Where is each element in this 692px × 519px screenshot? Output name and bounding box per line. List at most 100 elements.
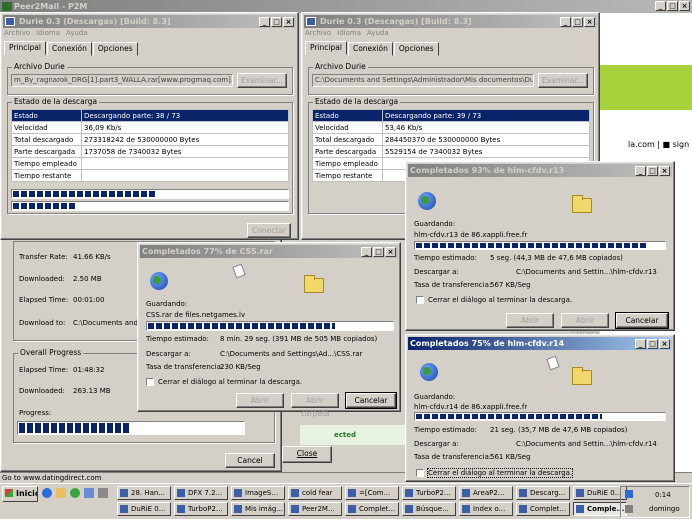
taskbar-button[interactable]: TurboP2... — [402, 486, 456, 500]
maximize-button[interactable]: □ — [647, 166, 658, 176]
maximize-button[interactable]: □ — [271, 17, 282, 27]
taskbar-button[interactable]: DFX 7.2... — [174, 486, 228, 500]
tab-conexion[interactable]: Conexión — [46, 42, 92, 56]
browse-button[interactable]: Examinar... — [538, 73, 588, 88]
tab-principal[interactable]: Principal — [4, 41, 46, 55]
taskbar-button[interactable]: DuRiE 0... — [117, 502, 171, 516]
app-icon[interactable] — [98, 488, 108, 498]
menu-idioma[interactable]: Idioma — [337, 29, 361, 40]
cancel-button[interactable]: Cancel — [225, 453, 275, 468]
taskbar-button[interactable]: Mis imág... — [231, 502, 285, 516]
clock-time[interactable]: 0:14 — [655, 491, 671, 499]
menu-ayuda[interactable]: Ayuda — [66, 29, 88, 40]
table-row[interactable]: Estado Descargando parte: 38 / 73 — [11, 109, 289, 122]
minimize-button[interactable]: _ — [259, 17, 270, 27]
taskbar-button[interactable]: 28. Han... — [117, 486, 171, 500]
tab-opciones[interactable]: Opciones — [393, 42, 439, 56]
dialog-titlebar[interactable]: Completados 75% de hlm-cfdv.r14 _ □ × — [408, 337, 672, 350]
email-icon[interactable] — [56, 488, 66, 498]
taskbar-button[interactable]: Búsque... — [402, 502, 456, 516]
desktop-icon[interactable] — [84, 488, 94, 498]
taskbar-button[interactable]: TurboP2... — [174, 502, 228, 516]
dialog-titlebar[interactable]: Completados 93% de hlm-cfdv.r13 _ □ × — [408, 164, 672, 177]
maximize-button[interactable]: □ — [373, 247, 384, 257]
close-panel-button[interactable]: Close — [282, 446, 332, 463]
menu-archivo[interactable]: Archivo — [305, 29, 331, 40]
minimize-button[interactable]: _ — [361, 247, 372, 257]
durie1-titlebar[interactable]: Durie 0.3 (Descargas) [Build: 8.3] _ □ × — [3, 15, 296, 28]
menu-archivo[interactable]: Archivo — [4, 29, 30, 40]
taskbar-button[interactable]: Complet... — [516, 502, 570, 516]
download-to-value: C:\Documents and Settin...\hlm-cfdv.r13 — [516, 268, 657, 276]
cancel-button[interactable]: Cancelar — [345, 392, 397, 409]
table-row[interactable]: Total descargado 284450370 de 530000000 B… — [312, 133, 590, 146]
download-to-label: Descargar a: — [146, 350, 191, 358]
table-row[interactable]: Tiempo restante — [11, 169, 289, 182]
close-button[interactable]: × — [584, 17, 595, 27]
table-row[interactable]: Tiempo empleado — [11, 157, 289, 170]
taskbar-button[interactable]: Complet... — [345, 502, 399, 516]
ie-icon[interactable] — [42, 488, 52, 498]
taskbar-button[interactable]: Comple... — [573, 502, 627, 516]
minimize-button[interactable]: _ — [635, 166, 646, 176]
menu-bar: Archivo Idioma Ayuda — [4, 29, 88, 40]
taskbar-button[interactable]: DuRiE 0... — [573, 486, 627, 500]
cancel-button[interactable]: Cancelar — [615, 312, 669, 329]
table-row[interactable]: Velocidad 36,09 Kb/s — [11, 121, 289, 134]
maximize-button[interactable]: □ — [647, 339, 658, 349]
close-on-finish-checkbox[interactable] — [416, 296, 424, 304]
dialog-titlebar[interactable]: Completados 77% de CSS.rar _ □ × — [140, 245, 398, 258]
file-path-field[interactable]: m_By_ragnarok_DRG[1].part3_WALLA.rar[www… — [11, 74, 233, 87]
table-row[interactable]: Parte descargada 1737058 de 7340032 Bytes — [11, 145, 289, 158]
taskbar-button[interactable]: cold fear — [288, 486, 342, 500]
table-row[interactable]: Velocidad 53,46 Kb/s — [312, 121, 590, 134]
table-row[interactable]: Estado Descargando parte: 39 / 73 — [312, 109, 590, 122]
browse-button[interactable]: Examinar... — [237, 73, 287, 88]
saving-value: hlm-cfdv.r13 de 86.xappli.free.fr — [414, 231, 528, 239]
app-icon — [234, 489, 242, 497]
minimize-button[interactable]: _ — [655, 1, 666, 11]
download-to-label: Descargar a: — [414, 268, 459, 276]
close-button[interactable]: × — [659, 166, 670, 176]
maximize-button[interactable]: □ — [572, 17, 583, 27]
durie2-titlebar[interactable]: Durie 0.3 (Descargas) [Build: 8.3] _ □ × — [304, 15, 597, 28]
transfer-rate-value: 567 KB/Seg — [490, 281, 531, 289]
media-player-icon[interactable] — [70, 488, 80, 498]
open-button[interactable]: Abrir — [506, 313, 554, 328]
taskbar-button[interactable]: Index o... — [459, 502, 513, 516]
tab-opciones[interactable]: Opciones — [92, 42, 138, 56]
close-button[interactable]: × — [659, 339, 670, 349]
open-button[interactable]: Abrir — [236, 393, 284, 408]
start-button[interactable]: Inicio — [2, 486, 38, 502]
open-folder-button[interactable]: Abrir carpeta — [291, 393, 339, 418]
taskbar-button[interactable]: ImageS... — [231, 486, 285, 500]
taskbar-button[interactable]: Peer2M... — [288, 502, 342, 516]
overall-progress-bar — [17, 421, 245, 435]
taskbar-button[interactable]: Descarg... — [516, 486, 570, 500]
minimize-button[interactable]: _ — [560, 17, 571, 27]
table-row[interactable]: Parte descargada 5529154 de 7340032 Bytes — [312, 145, 590, 158]
close-button[interactable]: × — [385, 247, 396, 257]
maximize-button[interactable]: □ — [667, 1, 678, 11]
close-on-finish-checkbox[interactable] — [146, 378, 154, 386]
table-row[interactable]: Total descargado 273318242 de 530000000 B… — [11, 133, 289, 146]
close-button[interactable]: × — [679, 1, 690, 11]
menu-ayuda[interactable]: Ayuda — [367, 29, 389, 40]
network-icon[interactable] — [625, 490, 633, 498]
close-button[interactable]: × — [283, 17, 294, 27]
taskbar-button[interactable]: =[Com... — [345, 486, 399, 500]
minimize-button[interactable]: _ — [635, 339, 646, 349]
taskbar-button[interactable]: AreaP2... — [459, 486, 513, 500]
file-path-field[interactable]: C:\Documents and Settings\Administrador\… — [312, 74, 534, 87]
app-icon — [2, 2, 12, 11]
close-on-finish-checkbox[interactable] — [416, 469, 424, 477]
overall-elapsed-value: 01:48:32 — [73, 366, 105, 374]
connect-button[interactable]: Conectar — [247, 223, 291, 238]
menu-idioma[interactable]: Idioma — [36, 29, 60, 40]
open-folder-button[interactable]: Abrir carpeta — [561, 313, 609, 338]
close-on-finish-label: Cerrar el diálogo al terminar la descarg… — [426, 468, 574, 478]
volume-icon[interactable] — [625, 505, 633, 513]
tab-principal[interactable]: Principal — [305, 41, 347, 55]
tab-conexion[interactable]: Conexión — [347, 42, 393, 56]
signout-link[interactable]: la.com | ■ sign out — [628, 140, 692, 149]
